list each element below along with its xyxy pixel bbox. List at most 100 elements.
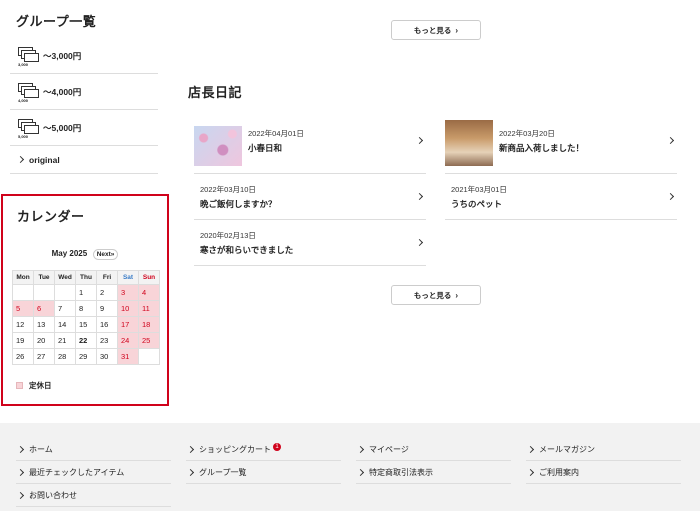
group-list: 3,000 ～3,000円 4,000 ～4,000円 5,000 ～5,000… (10, 38, 158, 174)
group-item-4000[interactable]: 4,000 ～4,000円 (10, 74, 158, 110)
weekday-header: Tue (33, 270, 55, 285)
calendar-day: 1 (75, 284, 97, 301)
diary-item[interactable]: 2021年03月01日 うちのペット (445, 176, 677, 220)
footer-link-recent-items[interactable]: 最近チェックしたアイテム (16, 462, 171, 484)
footer-link-mailmagazine[interactable]: メールマガジン (526, 439, 681, 461)
weekday-header: Mon (12, 270, 34, 285)
holiday-swatch (16, 382, 23, 389)
calendar-day: 19 (12, 332, 34, 349)
chevron-right-icon (16, 155, 25, 164)
chevron-right-icon (16, 468, 25, 477)
chevron-right-icon (16, 491, 25, 500)
chevron-right-icon (415, 238, 424, 247)
diary-title: 店長日記 (188, 85, 243, 100)
weekday-header: Fri (96, 270, 118, 285)
calendar-day: 13 (33, 316, 55, 333)
calendar-day: 24 (117, 332, 139, 349)
calendar-empty-cell (138, 348, 160, 365)
diary-item[interactable]: 2022年03月10日 晩ご飯何しますか？ (194, 176, 426, 220)
footer-link-legal[interactable]: 特定商取引法表示 (356, 462, 511, 484)
calendar-day: 11 (138, 300, 160, 317)
calendar-empty-cell (54, 284, 76, 301)
money-icon: 3,000 (18, 45, 39, 67)
footer-link-guide[interactable]: ご利用案内 (526, 462, 681, 484)
calendar-day: 9 (96, 300, 118, 317)
footer-link-home[interactable]: ホーム (16, 439, 171, 461)
weekday-header: Sat (117, 270, 139, 285)
more-button-diary[interactable]: もっと見る › (391, 285, 481, 305)
weekday-header: Wed (54, 270, 76, 285)
calendar-widget: カレンダー May 2025 Next» Mon Tue Wed Thu Fri… (1, 194, 169, 406)
diary-item[interactable]: 2022年03月20日 新商品入荷しました！ (445, 120, 677, 174)
chevron-right-icon (356, 445, 365, 454)
chevron-right-icon (186, 468, 195, 477)
chevron-right-icon (16, 445, 25, 454)
calendar-day: 27 (33, 348, 55, 365)
more-button-top[interactable]: もっと見る › (391, 20, 481, 40)
legend-label: 定休日 (29, 381, 52, 390)
calendar-day: 21 (54, 332, 76, 349)
weekday-header: Sun (138, 270, 160, 285)
money-icon: 4,000 (18, 81, 39, 103)
calendar-day: 6 (33, 300, 55, 317)
calendar-title: カレンダー (17, 209, 85, 224)
calendar-next-button[interactable]: Next» (92, 249, 119, 260)
calendar-day: 5 (12, 300, 34, 317)
calendar-day: 8 (75, 300, 97, 317)
calendar-day: 20 (33, 332, 55, 349)
calendar-day: 28 (54, 348, 76, 365)
chevron-right-icon: › (455, 290, 459, 300)
chevron-right-icon (415, 192, 424, 201)
calendar-day: 12 (12, 316, 34, 333)
group-item-5000[interactable]: 5,000 ～5,000円 (10, 110, 158, 146)
calendar-legend: 定休日 (16, 380, 52, 391)
calendar-day: 25 (138, 332, 160, 349)
calendar-nav: May 2025 Next» (3, 248, 167, 260)
chevron-right-icon: › (455, 25, 459, 35)
calendar-day: 26 (12, 348, 34, 365)
chevron-right-icon (666, 192, 675, 201)
chevron-right-icon (666, 136, 675, 145)
calendar-day: 15 (75, 316, 97, 333)
chevron-right-icon (186, 445, 195, 454)
calendar-day: 3 (117, 284, 139, 301)
diary-item[interactable]: 2022年04月01日 小春日和 (194, 120, 426, 174)
chevron-right-icon (415, 136, 424, 145)
group-label: ～4,000円 (43, 86, 82, 97)
calendar-month: May 2025 (51, 249, 88, 258)
chevron-right-icon (526, 445, 535, 454)
chevron-right-icon (526, 468, 535, 477)
calendar-empty-cell (33, 284, 55, 301)
group-label: original (29, 154, 60, 165)
calendar-day: 14 (54, 316, 76, 333)
footer: ホーム ショッピングカート 1 マイページ メールマガジン 最近チェックしたアイ… (0, 423, 700, 511)
footer-link-contact[interactable]: お問い合わせ (16, 485, 171, 507)
calendar-day: 30 (96, 348, 118, 365)
group-label: ～3,000円 (43, 50, 82, 61)
group-item-original[interactable]: original (10, 146, 158, 174)
group-item-3000[interactable]: 3,000 ～3,000円 (10, 38, 158, 74)
money-icon: 5,000 (18, 117, 39, 139)
calendar-day: 18 (138, 316, 160, 333)
weekday-header: Thu (75, 270, 97, 285)
group-label: ～5,000円 (43, 122, 82, 133)
calendar-day: 10 (117, 300, 139, 317)
chevron-right-icon (356, 468, 365, 477)
diary-thumbnail (194, 126, 242, 166)
calendar-empty-cell (12, 284, 34, 301)
calendar-day: 4 (138, 284, 160, 301)
calendar-day: 22 (75, 332, 97, 349)
calendar-day: 31 (117, 348, 139, 365)
diary-thumbnail (445, 120, 493, 166)
footer-link-cart[interactable]: ショッピングカート 1 (186, 439, 341, 461)
diary-item[interactable]: 2020年02月13日 寒さが和らいできました (194, 222, 426, 266)
cart-count-badge: 1 (273, 442, 281, 451)
footer-link-mypage[interactable]: マイページ (356, 439, 511, 461)
calendar-day: 23 (96, 332, 118, 349)
group-list-title: グループ一覧 (16, 14, 97, 29)
calendar-grid: Mon Tue Wed Thu Fri Sat Sun 1 2 3 4 5 6 7 8 9 10 1… (12, 270, 160, 365)
calendar-day: 16 (96, 316, 118, 333)
calendar-day: 17 (117, 316, 139, 333)
calendar-day: 29 (75, 348, 97, 365)
footer-link-groups[interactable]: グループ一覧 (186, 462, 341, 484)
